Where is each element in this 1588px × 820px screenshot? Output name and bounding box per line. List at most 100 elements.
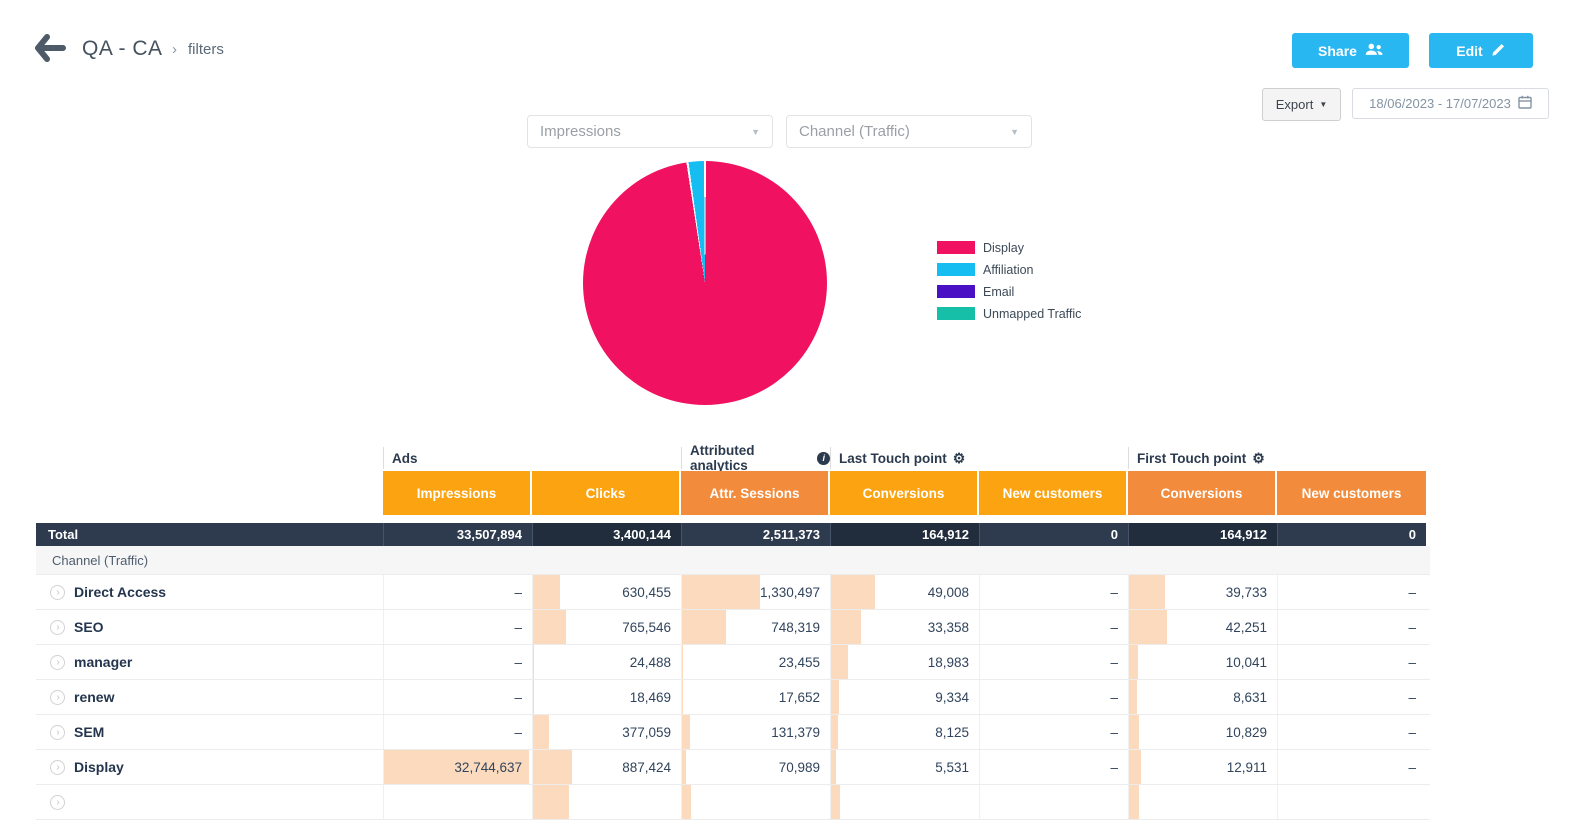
table-row: ›Display32,744,637887,42470,9895,531–12,… — [36, 750, 1430, 785]
data-cell — [681, 785, 830, 819]
calendar-icon — [1518, 95, 1532, 112]
gear-icon[interactable]: ⚙ — [1252, 451, 1265, 465]
cell-bar — [1129, 680, 1137, 714]
chart-legend: DisplayAffiliationEmailUnmapped Traffic — [937, 241, 1081, 320]
row-label-text: manager — [74, 654, 132, 670]
data-cell: – — [979, 575, 1128, 609]
column-header[interactable]: New customers — [979, 471, 1128, 515]
row-expander[interactable]: ›SEM — [36, 715, 383, 749]
data-cell: – — [1277, 750, 1426, 784]
cell-bar — [831, 610, 861, 644]
data-cell: 12,911 — [1128, 750, 1277, 784]
data-cell: 10,829 — [1128, 715, 1277, 749]
row-expander[interactable]: ›Direct Access — [36, 575, 383, 609]
column-header-row: ImpressionsClicksAttr. SessionsConversio… — [36, 471, 1430, 515]
legend-item: Email — [937, 285, 1081, 298]
column-header[interactable]: Clicks — [532, 471, 681, 515]
legend-label: Email — [983, 285, 1014, 299]
data-cell: – — [1277, 680, 1426, 714]
cell-value: – — [514, 680, 522, 714]
export-button-label: Export — [1276, 97, 1314, 112]
data-cell — [532, 785, 681, 819]
table-body: ›Direct Access–630,4551,330,49749,008–39… — [36, 575, 1430, 820]
data-cell: – — [383, 575, 532, 609]
cell-value: 12,911 — [1227, 750, 1267, 784]
data-cell: 8,125 — [830, 715, 979, 749]
chevron-right-icon[interactable]: › — [50, 620, 65, 635]
metrics-table: Ads Attributed analytics i Last Touch point… — [36, 445, 1430, 820]
cell-bar — [831, 785, 840, 819]
row-expander[interactable]: › — [36, 785, 383, 819]
column-header[interactable]: Conversions — [1128, 471, 1277, 515]
cell-value: – — [1110, 575, 1118, 609]
cell-bar — [682, 750, 686, 784]
legend-item: Unmapped Traffic — [937, 307, 1081, 320]
row-expander[interactable]: ›renew — [36, 680, 383, 714]
cell-value: – — [1408, 645, 1416, 679]
cell-bar — [831, 715, 838, 749]
cell-value: – — [1408, 575, 1416, 609]
group-title: Attributed analytics — [690, 443, 811, 473]
cell-value: 377,059 — [622, 715, 671, 749]
caret-down-icon: ▼ — [1319, 100, 1327, 109]
table-row: › — [36, 785, 1430, 820]
data-cell: 18,983 — [830, 645, 979, 679]
group-title: Last Touch point — [839, 451, 947, 466]
group-title: Ads — [392, 451, 418, 466]
row-expander[interactable]: › manager — [36, 645, 383, 679]
cell-value: – — [1110, 680, 1118, 714]
legend-label: Affiliation — [983, 263, 1034, 277]
column-header[interactable]: Conversions — [830, 471, 979, 515]
column-header[interactable]: Attr. Sessions — [681, 471, 830, 515]
export-button[interactable]: Export ▼ — [1262, 88, 1341, 121]
cell-value: – — [514, 575, 522, 609]
total-cell: 164,912 — [830, 523, 979, 546]
table-row: ›Direct Access–630,4551,330,49749,008–39… — [36, 575, 1430, 610]
row-expander[interactable]: › Display — [36, 750, 383, 784]
people-icon — [1365, 43, 1383, 59]
chevron-down-icon: ▼ — [1010, 127, 1019, 137]
gear-icon[interactable]: ⚙ — [953, 451, 966, 465]
cell-bar — [831, 645, 848, 679]
chevron-right-icon[interactable]: › — [50, 690, 65, 705]
column-header[interactable]: New customers — [1277, 471, 1426, 515]
row-label-text: Display — [74, 759, 124, 775]
dimension-row: Channel (Traffic) — [36, 546, 1430, 575]
total-cell: 33,507,894 — [383, 523, 532, 546]
cell-bar — [533, 610, 566, 644]
total-cell: 0 — [1277, 523, 1426, 546]
chevron-right-icon[interactable]: › — [50, 795, 65, 810]
cell-value: 49,008 — [928, 575, 969, 609]
cell-bar — [682, 575, 760, 609]
chevron-right-icon[interactable]: › — [50, 725, 65, 740]
info-icon[interactable]: i — [817, 452, 830, 465]
cell-bar — [682, 680, 683, 714]
cell-value: 42,251 — [1226, 610, 1267, 644]
total-cell: 3,400,144 — [532, 523, 681, 546]
column-header[interactable]: Impressions — [383, 471, 532, 515]
data-cell: – — [383, 645, 532, 679]
row-expander[interactable]: ›SEO — [36, 610, 383, 644]
share-button[interactable]: Share — [1292, 33, 1409, 68]
cell-value: – — [1408, 750, 1416, 784]
date-range-picker[interactable]: 18/06/2023 - 17/07/2023 — [1352, 88, 1549, 119]
dimension-select[interactable]: Channel (Traffic) ▼ — [786, 115, 1032, 148]
chevron-right-icon[interactable]: › — [50, 655, 65, 670]
data-cell: 1,330,497 — [681, 575, 830, 609]
cell-value: 8,125 — [935, 715, 969, 749]
data-cell: – — [1277, 645, 1426, 679]
back-button[interactable] — [34, 34, 66, 64]
chevron-right-icon[interactable]: › — [50, 760, 65, 775]
data-cell — [979, 785, 1128, 819]
data-cell: 8,631 — [1128, 680, 1277, 714]
cell-bar — [533, 715, 549, 749]
metric-select[interactable]: Impressions ▼ — [527, 115, 773, 148]
chevron-right-icon[interactable]: › — [50, 585, 65, 600]
breadcrumb-title[interactable]: QA - CA — [82, 37, 163, 61]
column-group-header-row: Ads Attributed analytics i Last Touch point… — [36, 445, 1430, 471]
column-header-spacer — [36, 471, 383, 515]
edit-button[interactable]: Edit — [1429, 33, 1533, 68]
total-cell: 0 — [979, 523, 1128, 546]
data-cell: – — [383, 680, 532, 714]
data-cell: 39,733 — [1128, 575, 1277, 609]
